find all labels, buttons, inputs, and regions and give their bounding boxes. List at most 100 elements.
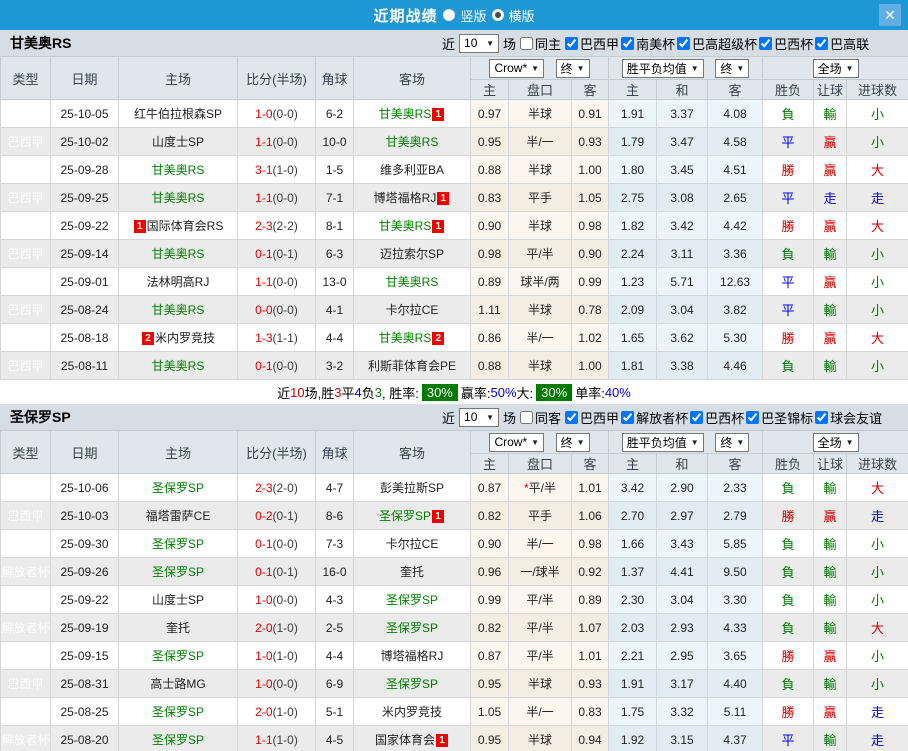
- team-name: 国家体育会: [374, 733, 435, 747]
- handicap-home-odds: 0.97: [470, 99, 509, 128]
- halftime-score: (0-0): [272, 106, 298, 121]
- horizontal-layout-radio[interactable]: [491, 9, 504, 21]
- league-filter-label: 球会友谊: [830, 410, 883, 426]
- odds-avg-select[interactable]: 胜平负均值 ▼: [621, 432, 704, 452]
- league-checkbox-input[interactable]: [759, 36, 773, 50]
- vertical-layout-radio[interactable]: [443, 9, 456, 21]
- result-winlose: 平: [762, 127, 815, 156]
- odds-time-select[interactable]: 终 ▼: [715, 58, 750, 78]
- col-date: 日期: [50, 430, 119, 474]
- league-type-cell: 巴西甲: [0, 183, 51, 212]
- bookmaker-select[interactable]: Crow* ▼: [489, 58, 545, 78]
- league-filter-checkbox[interactable]: 巴高超级杯: [677, 34, 757, 53]
- league-checkbox-input[interactable]: [565, 36, 579, 50]
- league-filter-checkbox[interactable]: 巴西甲: [565, 408, 619, 427]
- layout-radio-group: 竖版 横版: [443, 6, 535, 25]
- away-team: 圣保罗SP: [353, 669, 471, 698]
- team-name: 利斯菲体育会PE: [367, 359, 456, 373]
- draw-odds: 3.47: [656, 127, 709, 156]
- league-checkbox-input[interactable]: [565, 410, 579, 424]
- odds-avg-select[interactable]: 胜平负均值 ▼: [621, 58, 704, 78]
- fulltime-score: 1-0: [255, 592, 273, 607]
- result-goals: 小: [846, 295, 908, 324]
- fulltime-score: 1-0: [255, 648, 273, 663]
- win-odds: 2.30: [608, 585, 658, 614]
- close-button[interactable]: ✕: [879, 4, 901, 26]
- league-checkbox-input[interactable]: [690, 410, 704, 424]
- draw-odds: 3.08: [656, 183, 709, 212]
- league-filter-checkbox[interactable]: 巴圣锦标: [746, 408, 813, 427]
- league-checkbox-input[interactable]: [815, 36, 829, 50]
- league-filters: 巴西甲 南美杯 巴高超级杯 巴西杯 巴高联: [565, 34, 869, 53]
- halftime-score: (0-0): [272, 592, 298, 607]
- league-checkbox-input[interactable]: [677, 36, 691, 50]
- same-away-checkbox-input[interactable]: [520, 410, 534, 424]
- handicap-away-odds: 0.83: [570, 697, 610, 726]
- result-goals: 小: [846, 239, 908, 268]
- games-count-select[interactable]: 10 ▼: [459, 407, 500, 427]
- handicap-away-odds: 1.02: [570, 323, 610, 352]
- match-date: 25-08-31: [50, 669, 119, 698]
- handicap-home-odds: 0.86: [470, 323, 509, 352]
- result-handicap: 輸: [813, 351, 848, 380]
- summary-segment: 大:: [516, 385, 534, 401]
- league-checkbox-input[interactable]: [815, 410, 829, 424]
- handicap-line: 半球: [508, 725, 572, 751]
- result-handicap: 輸: [813, 529, 848, 558]
- corner-score: 4-7: [315, 473, 354, 502]
- handicap-line: 半球: [508, 211, 572, 240]
- match-date: 25-08-11: [50, 351, 119, 380]
- league-filter-checkbox[interactable]: 巴西杯: [690, 408, 744, 427]
- same-home-checkbox-input[interactable]: [520, 36, 534, 50]
- team-name: 圣保罗SP: [385, 677, 438, 691]
- dropdown-arrow-icon: ▼: [845, 437, 854, 447]
- team-name: 甘美奥RS: [151, 247, 205, 261]
- result-winlose: 負: [762, 557, 815, 586]
- match-score: 2-0(1-0): [237, 613, 316, 642]
- league-filter-checkbox[interactable]: 球会友谊: [815, 408, 882, 427]
- match-score: 0-0(0-0): [237, 295, 316, 324]
- match-row: 解放者杯 25-09-26 圣保罗SP 0-1(0-1) 16-0 奎托 0.96 一/球半 0…: [0, 557, 908, 586]
- home-team: 奎托: [118, 613, 238, 642]
- result-group-header: 全场 ▼: [762, 430, 908, 454]
- league-checkbox-input[interactable]: [746, 410, 760, 424]
- team-name: 甘美奥RS: [378, 219, 432, 233]
- handicap-home-odds: 0.95: [470, 127, 509, 156]
- win-odds: 1.82: [608, 211, 658, 240]
- bookmaker-select[interactable]: Crow* ▼: [489, 432, 545, 452]
- match-date: 25-10-03: [50, 501, 119, 530]
- handicap-line: 半球: [508, 351, 572, 380]
- league-type-cell: 巴西甲: [0, 669, 51, 698]
- corner-score: 4-1: [315, 295, 354, 324]
- scope-select[interactable]: 全场 ▼: [812, 58, 859, 78]
- corner-score: 4-3: [315, 585, 354, 614]
- league-type-cell: 解放者杯: [0, 725, 51, 751]
- handicap-line: 平/半: [508, 641, 572, 670]
- result-goals: 小: [846, 669, 908, 698]
- league-type-cell: 巴西甲: [0, 585, 51, 614]
- league-filter-checkbox[interactable]: 南美杯: [621, 34, 675, 53]
- handicap-home-odds: 0.99: [470, 585, 509, 614]
- league-type-cell: 巴西甲: [0, 351, 51, 380]
- matches-table-gremio: 类型 日期 主场 比分(半场) 角球 客场 Crow* ▼ 终 ▼ 胜平负均值 ▼ 终…: [0, 56, 908, 380]
- match-date: 25-09-22: [50, 585, 119, 614]
- handicap-time-select[interactable]: 终 ▼: [555, 58, 590, 78]
- odds-time-select[interactable]: 终 ▼: [715, 432, 750, 452]
- league-filter-checkbox[interactable]: 巴西甲: [565, 34, 619, 53]
- same-home-checkbox[interactable]: 同主: [520, 34, 561, 53]
- games-count-select[interactable]: 10 ▼: [459, 33, 500, 53]
- handicap-time-select[interactable]: 终 ▼: [555, 432, 590, 452]
- near-label: 近: [442, 410, 456, 426]
- halftime-score: (0-0): [272, 302, 298, 317]
- same-away-checkbox[interactable]: 同客: [520, 408, 561, 427]
- league-filter-checkbox[interactable]: 巴西杯: [759, 34, 813, 53]
- league-filter-checkbox[interactable]: 解放者杯: [621, 408, 688, 427]
- league-checkbox-input[interactable]: [621, 410, 635, 424]
- result-handicap: 輸: [813, 473, 848, 502]
- away-team: 利斯菲体育会PE: [353, 351, 471, 380]
- col-date: 日期: [50, 56, 119, 100]
- scope-select[interactable]: 全场 ▼: [812, 432, 859, 452]
- league-filter-checkbox[interactable]: 巴高联: [815, 34, 869, 53]
- league-checkbox-input[interactable]: [621, 36, 635, 50]
- early-odds-star: *: [523, 481, 529, 495]
